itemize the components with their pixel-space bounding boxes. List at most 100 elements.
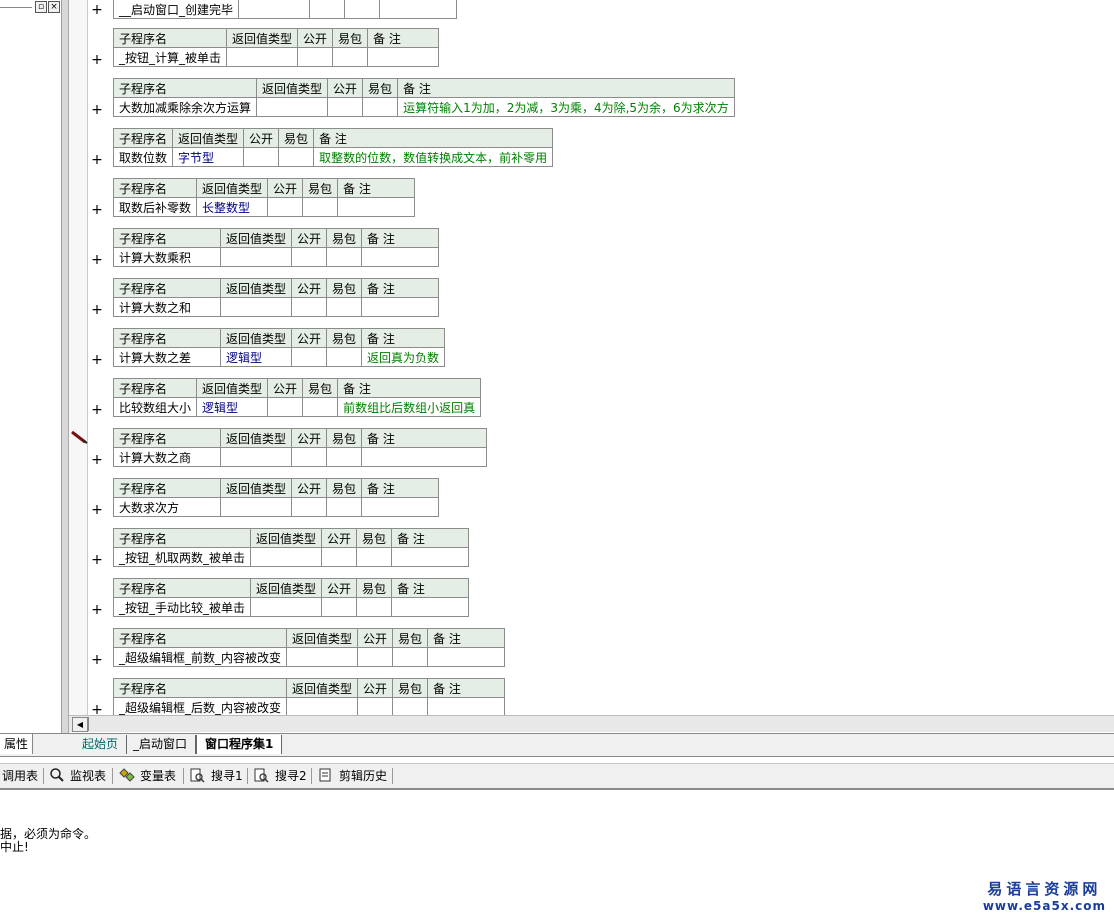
sub-name-cell[interactable]: 取数后补零数	[112, 197, 198, 217]
expand-toggle[interactable]: +	[88, 403, 106, 417]
variable-icon	[118, 767, 136, 785]
maximize-icon[interactable]: ▫	[35, 1, 47, 13]
sub-name-cell[interactable]: 比较数组大小	[112, 397, 198, 417]
search2-button[interactable]: 搜寻2	[275, 767, 307, 785]
sub-name-cell[interactable]: 计算大数之差	[113, 347, 221, 367]
sub-name-cell[interactable]: _按钮_计算_被单击	[112, 47, 228, 67]
expand-toggle[interactable]: +	[88, 503, 106, 517]
return-type-cell[interactable]	[286, 647, 359, 667]
output-line: 中止!	[0, 840, 29, 854]
tab-startup-window[interactable]: _启动窗口	[125, 735, 197, 754]
note-cell[interactable]	[361, 497, 440, 517]
note-cell[interactable]: 前数组比后数组小返回真	[337, 397, 482, 417]
sub-name-cell[interactable]: _超级编辑框_前数_内容被改变	[112, 647, 288, 667]
sub-name-cell[interactable]: _按钮_手动比较_被单击	[112, 597, 252, 617]
return-type-cell[interactable]	[219, 447, 293, 467]
sub-name-cell[interactable]: 计算大数之和	[113, 297, 221, 317]
note-cell[interactable]	[361, 447, 488, 467]
return-type-cell[interactable]	[256, 97, 329, 117]
watermark-title: 易语言资源网	[987, 880, 1102, 898]
left-dock-panel	[0, 0, 62, 733]
return-type-cell[interactable]: 逻辑型	[219, 347, 293, 367]
expand-toggle[interactable]: +	[88, 453, 106, 467]
expand-toggle[interactable]: +	[88, 353, 106, 367]
note-cell[interactable]	[361, 247, 440, 267]
expand-toggle[interactable]: +	[88, 253, 106, 267]
return-type-cell[interactable]: 字节型	[172, 147, 245, 167]
subroutine-table: 子程序名 返回值类型 公开 易包备 注 _按钮_手动比较_被单击	[112, 578, 470, 617]
sub-name-cell[interactable]: 计算大数之商	[113, 447, 221, 467]
scroll-left-arrow-icon[interactable]: ◀	[72, 717, 88, 732]
expand-toggle[interactable]: +	[88, 303, 106, 317]
expand-toggle[interactable]: +	[88, 153, 106, 167]
note-cell[interactable]	[391, 597, 470, 617]
return-type-cell[interactable]	[250, 597, 323, 617]
sub-name-cell[interactable]: _按钮_机取两数_被单击	[112, 547, 252, 567]
bottom-toolbar: 调用表 监视表 变量表 搜寻1 搜寻2 剪辑历史	[0, 763, 1114, 790]
expand-toggle[interactable]: +	[88, 603, 106, 617]
splitter[interactable]	[62, 0, 69, 733]
return-type-cell[interactable]	[250, 547, 323, 567]
sub-name-cell[interactable]: 取数位数	[112, 147, 174, 167]
note-cell[interactable]	[361, 297, 440, 317]
subroutine-table: 子程序名 返回值类型 公开 易包备 注 计算大数之和	[113, 278, 440, 317]
subroutine-table: 子程序名 返回值类型 公开 易包备 注 取数后补零数 长整数型	[112, 178, 416, 217]
tab-window-program-set[interactable]: 窗口程序集1	[196, 735, 283, 754]
note-cell[interactable]	[367, 47, 440, 67]
search1-button[interactable]: 搜寻1	[211, 767, 243, 785]
note-cell[interactable]: 返回真为负数	[361, 347, 446, 367]
scroll-thumb-edge	[88, 717, 89, 731]
close-icon[interactable]: ×	[48, 1, 60, 13]
variable-table-button[interactable]: 变量表	[140, 767, 176, 785]
clip-history-button[interactable]: 剪辑历史	[339, 767, 387, 785]
note-cell[interactable]: 运算符输入1为加，2为减，3为乘，4为除,5为余，6为求次方	[397, 97, 735, 117]
call-table-button[interactable]: 调用表	[2, 767, 38, 785]
subroutine-table: 子程序名 返回值类型 公开 易包备 注 计算大数之商	[113, 428, 488, 467]
subroutine-table: 子程序名 返回值类型 公开 易包备 注 计算大数乘积	[113, 228, 440, 267]
note-cell[interactable]: 取整数的位数，数值转换成文本，前补零用	[313, 147, 554, 167]
tab-start-page[interactable]: 起始页	[74, 735, 128, 754]
watch-table-button[interactable]: 监视表	[70, 767, 106, 785]
return-type-cell[interactable]: 长整数型	[196, 197, 269, 217]
expand-toggle[interactable]: +	[88, 203, 106, 217]
expand-toggle[interactable]: +	[88, 553, 106, 567]
toolbar-divider	[112, 768, 113, 784]
search-icon	[49, 767, 65, 785]
toolbar-divider	[183, 768, 184, 784]
subroutine-table: 子程序名 返回值类型 公开 易包备 注 _超级编辑框_前数_内容被改变	[112, 628, 506, 667]
search-document-icon	[189, 767, 205, 785]
sub-name-cell[interactable]: 大数加减乘除余次方运算	[112, 97, 258, 117]
subroutine-table: 子程序名 返回值类型 公开 易包备 注 大数加减乘除余次方运算 运算符输入1为加，2为减…	[112, 78, 735, 117]
return-type-cell[interactable]	[219, 497, 293, 517]
expand-toggle[interactable]: +	[88, 703, 106, 715]
expand-toggle[interactable]: +	[88, 3, 106, 17]
horizontal-scrollbar[interactable]: ◀	[69, 715, 1114, 732]
note-cell[interactable]	[427, 647, 506, 667]
return-type-cell[interactable]	[219, 247, 293, 267]
tab-properties[interactable]: 属性	[0, 734, 34, 754]
output-panel[interactable]	[0, 790, 1114, 915]
return-type-cell[interactable]: 逻辑型	[196, 397, 269, 417]
toolbar-divider	[311, 768, 312, 784]
note-cell[interactable]	[337, 197, 416, 217]
watermark-url: www.e5a5x.com	[982, 899, 1106, 913]
expand-toggle[interactable]: +	[88, 53, 106, 67]
subroutine-table: 子程序名 返回值类型 公开 易包备 注 比较数组大小 逻辑型 前数组比后数组小返回真	[112, 378, 482, 417]
note-cell[interactable]	[391, 547, 470, 567]
subroutine-table: 子程序名 返回值类型 公开 易包备 注 _按钮_计算_被单击	[112, 28, 440, 67]
sub-name-cell[interactable]: _超级编辑框_后数_内容被改变	[112, 697, 288, 715]
code-editor[interactable]: + __启动窗口_创建完毕 + 子程序名 返回值类型 公开 易包备 注 _按钮_计算_…	[88, 0, 1114, 715]
sub-name-cell[interactable]: 大数求次方	[113, 497, 221, 517]
expand-toggle[interactable]: +	[88, 653, 106, 667]
subroutine-table: 子程序名 返回值类型 公开 易包备 注 计算大数之差 逻辑型 返回真为负数	[113, 328, 446, 367]
note-cell[interactable]	[427, 697, 506, 715]
expand-toggle[interactable]: +	[88, 103, 106, 117]
sub-name-cell[interactable]: 计算大数乘积	[113, 247, 221, 267]
return-type-cell[interactable]	[219, 297, 293, 317]
subroutine-table: __启动窗口_创建完毕	[112, 0, 458, 19]
search-document-icon	[253, 767, 269, 785]
return-type-cell[interactable]	[286, 697, 359, 715]
return-type-cell[interactable]	[226, 47, 299, 67]
site-watermark: 易语言资源网 www.e5a5x.com	[983, 878, 1106, 913]
sub-name-cell[interactable]: __启动窗口_创建完毕	[112, 0, 240, 19]
